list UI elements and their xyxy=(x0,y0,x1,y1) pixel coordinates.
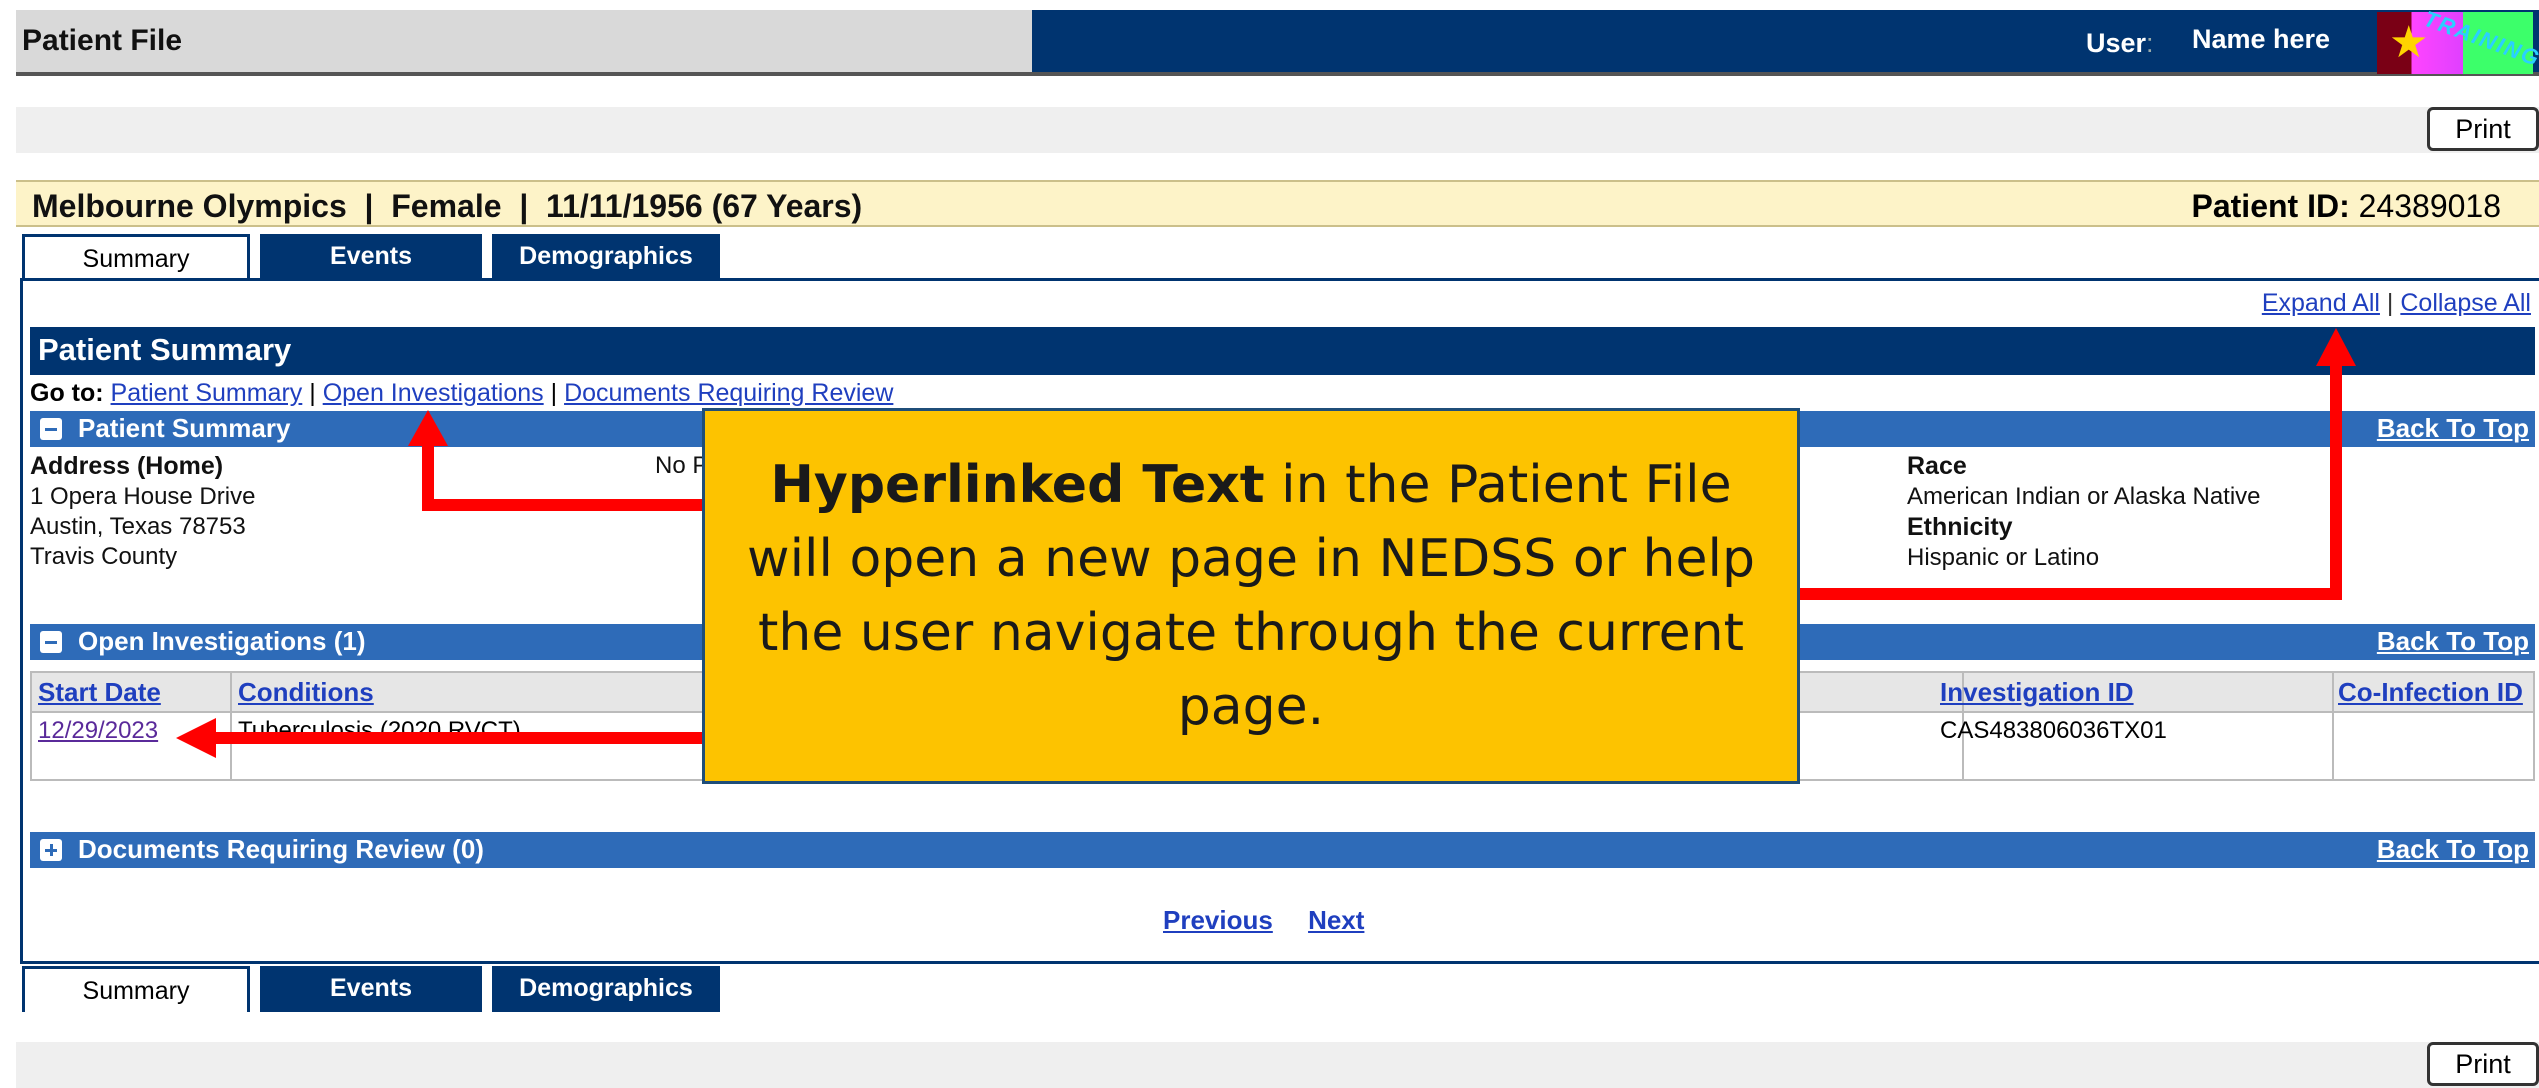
tab-summary[interactable]: Summary xyxy=(22,234,250,280)
race-ethnicity-block: Race American Indian or Alaska Native Et… xyxy=(1907,451,2261,573)
goto-open-investigations-link[interactable]: Open Investigations xyxy=(323,379,544,407)
next-link[interactable]: Next xyxy=(1308,905,1364,935)
expand-plus-icon[interactable] xyxy=(40,839,62,861)
goto-nav: Go to: Patient Summary | Open Investigat… xyxy=(30,379,894,407)
header-coinfection-id[interactable]: Co-Infection ID xyxy=(2338,677,2523,708)
callout-text: Hyperlinked Text in the Patient File wil… xyxy=(725,448,1777,744)
user-name: Name here xyxy=(2192,24,2331,54)
tab-demographics-bottom[interactable]: Demographics xyxy=(492,966,720,1012)
documents-section-bar: Documents Requiring Review (0) Back To T… xyxy=(30,832,2535,868)
link-separator: | xyxy=(2386,289,2394,317)
address-label: Address (Home) xyxy=(30,452,224,480)
section-title: Open Investigations (1) xyxy=(78,626,366,656)
start-date-link[interactable]: 12/29/2023 xyxy=(38,717,158,745)
section-title: Documents Requiring Review (0) xyxy=(78,834,484,864)
training-badge-logo: ★ TRAINING xyxy=(2377,6,2539,74)
patient-info-bar: Melbourne Olympics | Female | 11/11/1956… xyxy=(16,180,2539,227)
expand-collapse-links: Expand All | Collapse All xyxy=(2262,289,2531,318)
training-badge-text: TRAINING xyxy=(2420,5,2539,72)
page-title: Patient File xyxy=(16,10,1032,76)
back-to-top-link[interactable]: Back To Top xyxy=(2377,624,2529,659)
top-print-bar: Print xyxy=(16,107,2539,153)
user-label: User: xyxy=(2086,28,2154,58)
column-coinfection-id: Co-Infection ID xyxy=(2334,673,2537,779)
expand-all-link[interactable]: Expand All xyxy=(2262,289,2380,317)
phone-partial: No P xyxy=(655,452,709,479)
address-county: Travis County xyxy=(30,543,178,570)
back-to-top-link[interactable]: Back To Top xyxy=(2377,411,2529,446)
address-block: Address (Home) 1 Opera House Drive Austi… xyxy=(30,451,255,572)
address-line2: Austin, Texas 78753 xyxy=(30,513,246,540)
collapse-minus-icon[interactable] xyxy=(40,631,62,653)
goto-label: Go to: xyxy=(30,379,104,407)
ethnicity-label: Ethnicity xyxy=(1907,513,2013,541)
condition-value: Tuberculosis (2020 RVCT) xyxy=(238,717,521,744)
column-investigation-id: Investigation ID CAS483806036TX01 xyxy=(1934,673,2334,779)
header-conditions[interactable]: Conditions xyxy=(238,677,374,708)
tab-summary-bottom[interactable]: Summary xyxy=(22,966,250,1012)
race-label: Race xyxy=(1907,452,1967,480)
header-start-date[interactable]: Start Date xyxy=(38,677,161,708)
callout-box: Hyperlinked Text in the Patient File wil… xyxy=(702,408,1800,784)
back-to-top-link[interactable]: Back To Top xyxy=(2377,832,2529,867)
app-header: Patient File User: Name here ★ TRAINING xyxy=(16,6,2539,76)
tab-events[interactable]: Events xyxy=(260,234,482,280)
print-button-bottom[interactable]: Print xyxy=(2427,1042,2539,1086)
collapse-all-link[interactable]: Collapse All xyxy=(2400,289,2531,317)
header-user-bar: User: Name here xyxy=(1032,10,2539,76)
callout-bold-text: Hyperlinked Text xyxy=(770,455,1265,515)
previous-link[interactable]: Previous xyxy=(1163,905,1273,935)
ethnicity-value: Hispanic or Latino xyxy=(1907,544,2100,571)
goto-documents-link[interactable]: Documents Requiring Review xyxy=(564,379,893,407)
collapse-minus-icon[interactable] xyxy=(40,418,62,440)
print-button-top[interactable]: Print xyxy=(2427,107,2539,151)
address-line1: 1 Opera House Drive xyxy=(30,483,256,510)
section-title: Patient Summary xyxy=(78,413,291,443)
tab-events-bottom[interactable]: Events xyxy=(260,966,482,1012)
summary-title: Patient Summary xyxy=(30,327,2535,375)
bottom-print-bar: Print xyxy=(16,1042,2539,1088)
tab-demographics[interactable]: Demographics xyxy=(492,234,720,280)
pager: Previous Next xyxy=(1163,905,1392,936)
patient-id: Patient ID: 24389018 xyxy=(2191,188,2502,224)
patient-info: Melbourne Olympics | Female | 11/11/1956… xyxy=(32,188,863,224)
goto-patient-summary-link[interactable]: Patient Summary xyxy=(111,379,303,407)
header-investigation-id[interactable]: Investigation ID xyxy=(1940,677,2134,708)
investigation-id-value: CAS483806036TX01 xyxy=(1940,717,2167,744)
column-start-date: Start Date 12/29/2023 xyxy=(32,673,232,779)
race-value: American Indian or Alaska Native xyxy=(1907,483,2261,510)
